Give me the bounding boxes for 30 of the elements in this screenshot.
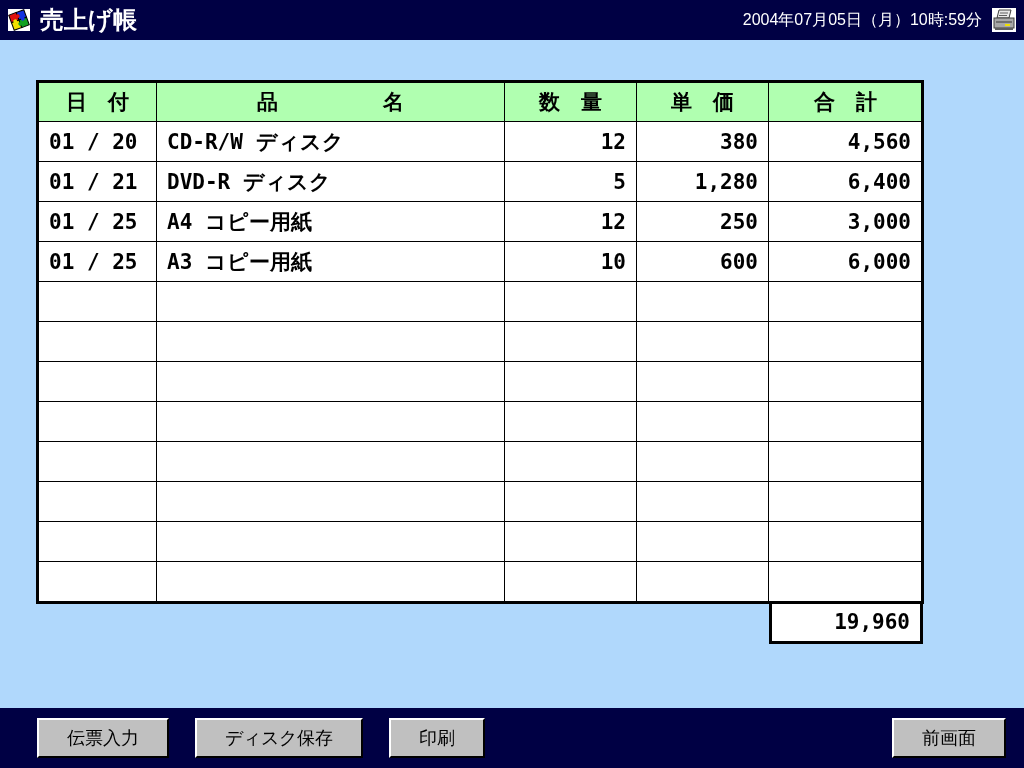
table-cell: 12 bbox=[504, 201, 637, 242]
action-button[interactable]: ディスク保存 bbox=[195, 718, 363, 758]
table-cell: 01 / 20 bbox=[37, 121, 157, 162]
action-button[interactable]: 印刷 bbox=[389, 718, 485, 758]
table-cell: 01 / 25 bbox=[37, 241, 157, 282]
table-cell: A4 コピー用紙 bbox=[156, 201, 505, 242]
printer-icon[interactable] bbox=[992, 8, 1016, 32]
column-header: 合 計 bbox=[768, 81, 923, 122]
table-cell: 380 bbox=[636, 121, 769, 162]
table-cell: 250 bbox=[636, 201, 769, 242]
table-cell: 10 bbox=[504, 241, 637, 282]
grand-total: 19,960 bbox=[769, 604, 923, 644]
column-header: 単 価 bbox=[636, 81, 769, 122]
column-header: 日 付 bbox=[37, 81, 157, 122]
table-cell: 5 bbox=[504, 161, 637, 202]
back-button[interactable]: 前画面 bbox=[892, 718, 1006, 758]
table-cell: 01 / 21 bbox=[37, 161, 157, 202]
window-title: 売上げ帳 bbox=[40, 5, 137, 36]
date-time: 2004年07月05日（月）10時:59分 bbox=[742, 9, 982, 30]
table-cell: CD-R/W ディスク bbox=[156, 121, 505, 162]
table-cell: A3 コピー用紙 bbox=[156, 241, 505, 282]
column-header: 品 名 bbox=[156, 81, 505, 122]
column-header: 数 量 bbox=[504, 81, 637, 122]
puzzle-icon bbox=[8, 9, 30, 31]
table-cell: DVD-R ディスク bbox=[156, 161, 505, 202]
table-cell: 12 bbox=[504, 121, 637, 162]
table-cell: 600 bbox=[636, 241, 769, 282]
table-cell: 1,280 bbox=[636, 161, 769, 202]
table-cell: 01 / 25 bbox=[37, 201, 157, 242]
action-button[interactable]: 伝票入力 bbox=[37, 718, 169, 758]
